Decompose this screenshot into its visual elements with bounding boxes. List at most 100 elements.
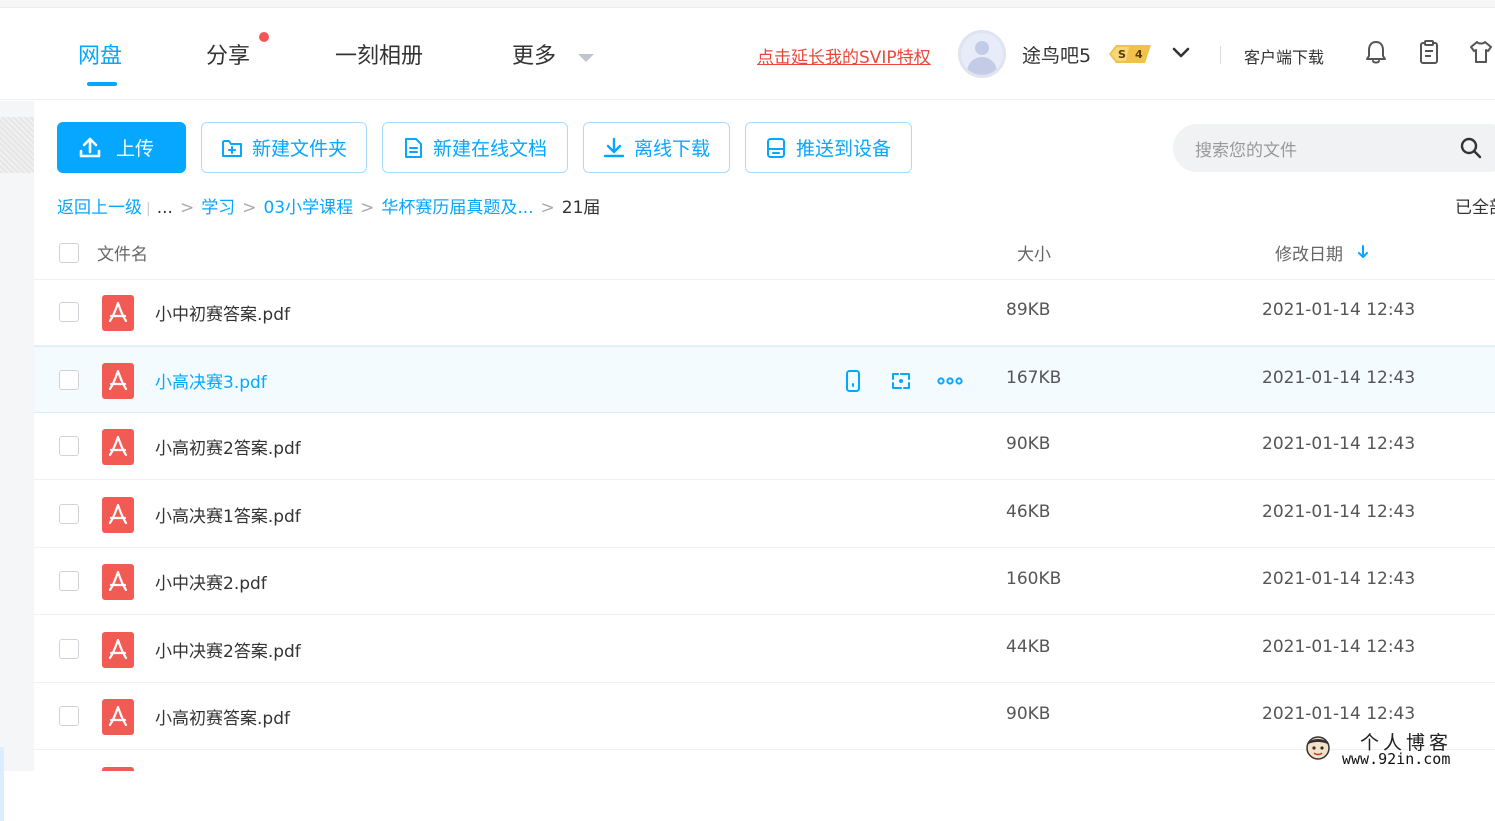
file-size: 46KB (1006, 502, 1051, 522)
badge-level: 4 (1135, 48, 1143, 61)
clipboard-icon[interactable] (1415, 38, 1443, 66)
upload-label: 上传 (116, 138, 155, 160)
upload-button[interactable]: 上传 (57, 122, 186, 173)
loaded-all-status: 已全部 (1455, 198, 1495, 218)
search-placeholder: 搜索您的文件 (1195, 141, 1297, 161)
breadcrumb: 返回上一级 |... > 学习 >03小学课程 > 华杯赛历届真题及... >21届 (57, 193, 600, 218)
file-size: 89KB (1006, 300, 1051, 320)
new-online-doc-label: 新建在线文档 (433, 138, 548, 160)
nav-tab-share[interactable]: 分享 (206, 38, 250, 70)
select-all-checkbox[interactable] (59, 243, 79, 263)
file-size: 167KB (1006, 368, 1062, 388)
row-checkbox[interactable] (59, 302, 79, 322)
row-checkbox[interactable] (59, 571, 79, 591)
pdf-icon (102, 699, 134, 735)
sidebar-active-marker (0, 747, 4, 821)
nav-tab-album[interactable]: 一刻相册 (335, 38, 423, 70)
client-download-link[interactable]: 客户端下载 (1244, 44, 1324, 68)
avatar[interactable] (958, 30, 1006, 78)
breadcrumb-item-study[interactable]: 学习 (201, 193, 235, 218)
share-notification-dot (259, 32, 269, 42)
push-to-device-label: 推送到设备 (796, 138, 892, 160)
new-online-doc-button[interactable]: 新建在线文档 (382, 122, 568, 173)
file-modified-date: 2021-01-14 12:43 (1262, 637, 1416, 657)
header-divider (1220, 46, 1221, 64)
folder-plus-icon (222, 139, 242, 157)
table-row-partial (34, 751, 1495, 771)
svip-renew-link[interactable]: 点击延长我的SVIP特权 (757, 43, 931, 68)
pdf-icon (102, 632, 134, 668)
breadcrumb-current: 21届 (561, 198, 601, 218)
username[interactable]: 途鸟吧5 (1022, 41, 1091, 68)
table-row[interactable]: 小高初赛答案.pdf 90KB 2021-01-14 12:43 (34, 683, 1495, 750)
breadcrumb-separator: > (360, 198, 375, 218)
pdf-icon (102, 767, 134, 771)
file-name[interactable]: 小高初赛答案.pdf (155, 704, 290, 729)
row-checkbox[interactable] (59, 706, 79, 726)
more-caret-icon[interactable] (578, 54, 594, 62)
column-header-size[interactable]: 大小 (1017, 240, 1051, 265)
top-header: 网盘 分享 一刻相册 更多 点击延长我的SVIP特权 途鸟吧5 S 4 客户端下… (0, 8, 1495, 100)
device-icon (767, 137, 785, 158)
file-name[interactable]: 小高初赛2答案.pdf (155, 434, 301, 459)
breadcrumb-separator: > (242, 198, 257, 218)
breadcrumb-divider: | (146, 201, 151, 217)
svip-level-badge: S 4 (1109, 45, 1151, 63)
file-table-header: 文件名 大小 修改日期 (34, 228, 1495, 280)
row-checkbox[interactable] (59, 370, 79, 390)
file-name[interactable]: 小中决赛2答案.pdf (155, 637, 301, 662)
pdf-icon (102, 295, 134, 331)
phone-icon[interactable] (841, 369, 865, 393)
row-checkbox[interactable] (59, 504, 79, 524)
table-row[interactable]: 小高决赛3.pdf 167KB 2021-01-14 12:43 (34, 346, 1495, 413)
file-size: 90KB (1006, 434, 1051, 454)
file-name[interactable]: 小中初赛答案.pdf (155, 300, 290, 325)
blog-watermark: 个人博客 www.92in.com (1300, 728, 1495, 771)
new-folder-button[interactable]: 新建文件夹 (201, 122, 367, 173)
upload-icon (79, 137, 101, 157)
search-input[interactable]: 搜索您的文件 (1173, 124, 1495, 172)
file-name[interactable]: 小中决赛2.pdf (155, 569, 267, 594)
table-row[interactable]: 小中决赛2.pdf 160KB 2021-01-14 12:43 (34, 548, 1495, 615)
push-to-device-button[interactable]: 推送到设备 (745, 122, 912, 173)
document-icon (405, 137, 422, 158)
bell-icon[interactable] (1362, 38, 1390, 66)
nav-tab-more[interactable]: 更多 (512, 38, 556, 70)
row-checkbox[interactable] (59, 639, 79, 659)
more-dots-icon[interactable] (936, 369, 964, 393)
pdf-icon (102, 429, 134, 465)
nav-tab-netdisk[interactable]: 网盘 (78, 38, 122, 70)
chevron-down-icon[interactable] (1170, 42, 1192, 64)
file-modified-date: 2021-01-14 12:43 (1262, 300, 1416, 320)
share-transfer-icon[interactable] (889, 369, 913, 393)
column-header-date[interactable]: 修改日期 (1275, 240, 1343, 265)
shirt-icon[interactable] (1467, 38, 1495, 66)
search-icon[interactable] (1459, 136, 1483, 160)
breadcrumb-item-huabei[interactable]: 华杯赛历届真题及... (381, 193, 533, 218)
new-folder-label: 新建文件夹 (252, 138, 348, 160)
offline-download-button[interactable]: 离线下载 (583, 122, 730, 173)
table-row[interactable]: 小高初赛2答案.pdf 90KB 2021-01-14 12:43 (34, 413, 1495, 480)
breadcrumb-item-course[interactable]: 03小学课程 (263, 193, 353, 218)
file-name[interactable]: 小高决赛1答案.pdf (155, 502, 301, 527)
column-header-name[interactable]: 文件名 (97, 240, 148, 265)
top-border (0, 0, 1495, 8)
table-row[interactable]: 小中初赛答案.pdf 89KB 2021-01-14 12:43 (34, 279, 1495, 346)
sort-down-arrow-icon[interactable] (1356, 244, 1370, 260)
table-row[interactable]: 小中决赛2答案.pdf 44KB 2021-01-14 12:43 (34, 616, 1495, 683)
breadcrumb-separator: > (540, 198, 555, 218)
pdf-icon (102, 497, 134, 533)
file-name[interactable]: 小高决赛3.pdf (155, 368, 267, 393)
breadcrumb-separator: > (179, 198, 195, 218)
offline-download-label: 离线下载 (634, 138, 711, 160)
download-icon (603, 137, 625, 157)
table-row[interactable]: 小高决赛1答案.pdf 46KB 2021-01-14 12:43 (34, 481, 1495, 548)
pdf-icon (102, 363, 134, 399)
breadcrumb-back-link[interactable]: 返回上一级 (57, 193, 142, 218)
file-modified-date: 2021-01-14 12:43 (1262, 502, 1416, 522)
breadcrumb-ellipsis[interactable]: ... (157, 198, 173, 218)
active-tab-indicator (87, 82, 117, 86)
sidebar-collapsed-block (0, 117, 34, 173)
file-size: 44KB (1006, 637, 1051, 657)
row-checkbox[interactable] (59, 436, 79, 456)
